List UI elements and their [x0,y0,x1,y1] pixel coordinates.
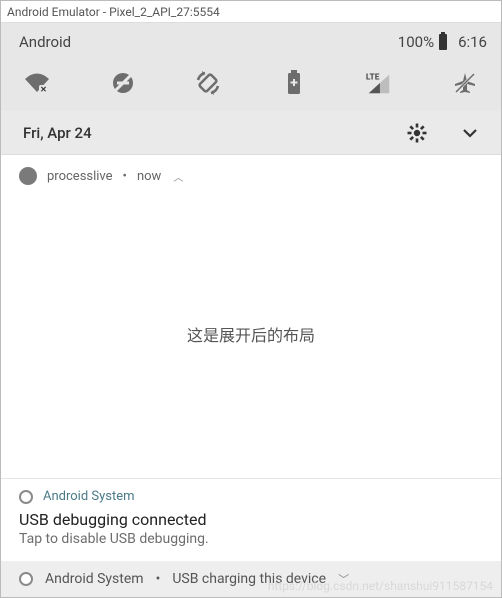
notification-source: Android System [45,571,144,587]
notification-body: 这是展开后的布局 [1,189,501,478]
bullet: • [156,571,161,587]
notification-list: processlive • now ︿ 这是展开后的布局 Android Sys… [1,155,501,597]
emulator-window: Android Emulator - Pixel_2_API_27:5554 A… [0,0,502,598]
chevron-up-icon[interactable]: ︿ [173,169,183,184]
carrier-label: Android [19,33,71,51]
settings-gear-icon[interactable] [407,123,427,143]
window-titlebar[interactable]: Android Emulator - Pixel_2_API_27:5554 [1,1,501,23]
airplane-off-icon[interactable] [451,69,479,97]
notification-usb-charging[interactable]: Android System • USB charging this devic… [1,561,501,597]
auto-rotate-icon[interactable] [194,69,222,97]
bullet: • [123,169,127,184]
app-name: processlive [47,169,113,184]
clock: 6:16 [458,33,487,51]
system-icon [19,572,33,586]
expanded-content-text: 这是展开后的布局 [187,322,315,346]
status-right-cluster: 100% 6:16 [398,32,487,52]
status-bar: Android 100% 6:16 [1,23,501,61]
notification-shade-header: Android 100% 6:16 ✕ [1,23,501,111]
device-screen: Android 100% 6:16 ✕ [1,23,501,597]
notification-usb-debug[interactable]: Android System USB debugging connected T… [1,478,501,561]
chevron-down-icon[interactable]: ﹀ [338,571,349,587]
window-title: Android Emulator - Pixel_2_API_27:5554 [7,5,220,19]
dnd-off-icon[interactable] [109,69,137,97]
notification-source: Android System [43,489,135,504]
quick-settings-row: ✕ LTE [1,61,501,111]
notification-time: now [137,169,161,184]
system-icon [19,490,33,504]
notification-header: processlive • now ︿ [1,155,501,189]
notification-header: Android System [19,489,483,504]
battery-percentage: 100% [398,33,434,51]
notification-subtitle: Tap to disable USB debugging. [19,531,483,547]
chevron-down-icon[interactable] [461,124,479,142]
wifi-off-icon[interactable]: ✕ [23,69,51,97]
svg-text:LTE: LTE [366,72,380,82]
notification-summary: USB charging this device [172,571,326,587]
notification-expanded[interactable]: processlive • now ︿ 这是展开后的布局 [1,155,501,478]
notification-title: USB debugging connected [19,510,483,529]
app-icon [19,167,37,185]
date-row: Fri, Apr 24 [1,111,501,155]
battery-tile-icon[interactable] [280,69,308,97]
date-label: Fri, Apr 24 [23,124,92,142]
svg-text:✕: ✕ [40,85,47,94]
lte-signal-icon[interactable]: LTE [365,69,393,97]
battery-icon [436,32,450,52]
